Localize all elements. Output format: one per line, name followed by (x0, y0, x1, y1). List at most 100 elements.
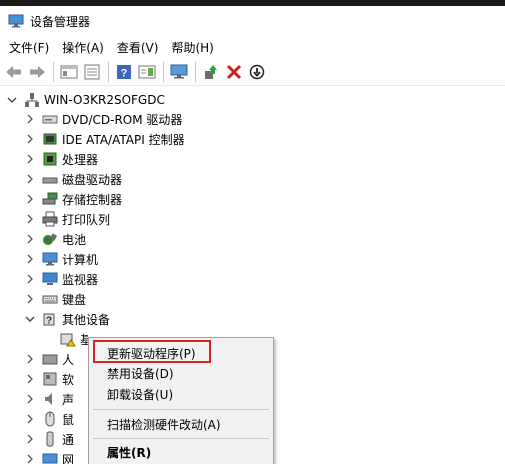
chevron-right-icon[interactable] (24, 433, 36, 445)
chevron-right-icon[interactable] (24, 153, 36, 165)
warning-device-icon (60, 331, 76, 347)
tree-node-keyboard[interactable]: 键盘 (24, 289, 86, 309)
ide-controller-icon (42, 131, 58, 147)
uninstall-icon[interactable] (223, 61, 245, 83)
tree-node-label: 人 (62, 352, 75, 367)
chevron-right-icon[interactable] (24, 133, 36, 145)
disable-icon[interactable] (246, 61, 268, 83)
chevron-right-icon[interactable] (24, 413, 36, 425)
menu-file[interactable]: 文件(F) (4, 37, 54, 58)
toolbar-separator (53, 61, 54, 82)
tree-node-label: 键盘 (62, 292, 87, 307)
tree-node-label: 存储控制器 (62, 192, 123, 207)
monitor-icon (42, 271, 58, 287)
context-menu: 更新驱动程序(P) 禁用设备(D) 卸载设备(U) 扫描检测硬件改动(A) 属性… (88, 337, 274, 464)
menu-help[interactable]: 帮助(H) (166, 37, 218, 58)
usb-icon (42, 431, 58, 447)
computer-network-icon (24, 92, 40, 108)
computer-name: WIN-O3KR2SOFGDC (44, 93, 165, 107)
disk-drive-icon (42, 171, 58, 187)
menu-disable-device[interactable]: 禁用设备(D) (91, 362, 271, 384)
menu-separator (93, 409, 269, 410)
menu-uninstall-device[interactable]: 卸载设备(U) (91, 383, 271, 405)
chevron-down-icon[interactable] (6, 94, 18, 106)
tree-node-label: 计算机 (62, 252, 99, 267)
toolbar-separator (195, 61, 196, 82)
properties-pane-icon[interactable] (58, 61, 80, 83)
forward-icon[interactable] (26, 61, 48, 83)
window-title: 设备管理器 (30, 14, 91, 29)
menu-separator (93, 438, 269, 439)
tree-node-dvd[interactable]: DVD/CD-ROM 驱动器 (24, 109, 182, 129)
toolbar: ? (0, 58, 505, 86)
battery-icon (42, 231, 58, 247)
menu-view[interactable]: 查看(V) (112, 37, 164, 58)
tree-node-label: 监视器 (62, 272, 99, 287)
menu-bar: 文件(F) 操作(A) 查看(V) 帮助(H) (0, 36, 505, 58)
chevron-right-icon[interactable] (24, 193, 36, 205)
tree-node-disk[interactable]: 磁盘驱动器 (24, 169, 122, 189)
tree-node-print-queue[interactable]: 打印队列 (24, 209, 110, 229)
details-icon[interactable] (136, 61, 158, 83)
tree-node-other-devices[interactable]: ? 其他设备 (24, 309, 110, 329)
tree-node-storage[interactable]: 存储控制器 (24, 189, 122, 209)
chevron-right-icon[interactable] (24, 213, 36, 225)
back-icon[interactable] (3, 61, 25, 83)
update-driver-icon[interactable] (200, 61, 222, 83)
toolbar-separator (163, 61, 164, 82)
menu-properties[interactable]: 属性(R) (91, 441, 271, 463)
tree-node-hid[interactable]: 人 (24, 349, 88, 369)
chevron-right-icon[interactable] (24, 113, 36, 125)
tree-node-battery[interactable]: 电池 (24, 229, 86, 249)
chevron-right-icon[interactable] (24, 373, 36, 385)
toolbar-separator (108, 61, 109, 82)
tree-node-label: 电池 (62, 232, 87, 247)
svg-text:?: ? (121, 67, 128, 79)
chevron-right-icon[interactable] (24, 253, 36, 265)
chevron-right-icon[interactable] (24, 173, 36, 185)
tree-node-usb[interactable]: 通 (24, 429, 88, 449)
tree-node-mouse[interactable]: 鼠 (24, 409, 88, 429)
tree-node-ide[interactable]: IDE ATA/ATAPI 控制器 (24, 129, 185, 149)
help-icon[interactable]: ? (113, 61, 135, 83)
tree-node-monitor[interactable]: 监视器 (24, 269, 98, 289)
software-device-icon (42, 371, 58, 387)
chevron-down-icon[interactable] (24, 313, 36, 325)
network-icon (42, 451, 58, 464)
menu-action[interactable]: 操作(A) (57, 37, 109, 58)
tree-node-label: 其他设备 (62, 312, 111, 327)
tree-node-network[interactable]: 网 (24, 449, 88, 464)
tree-node-label: IDE ATA/ATAPI 控制器 (62, 132, 185, 147)
hid-icon (42, 351, 58, 367)
svg-text:?: ? (46, 316, 52, 327)
chevron-right-icon[interactable] (24, 353, 36, 365)
storage-controller-icon (42, 191, 58, 207)
title-bar: 设备管理器 (0, 6, 505, 36)
tree-node-label: 基本系统设备 (80, 332, 88, 347)
dvd-drive-icon (42, 111, 58, 127)
mouse-icon (42, 411, 58, 427)
menu-scan-hardware[interactable]: 扫描检测硬件改动(A) (91, 413, 271, 435)
tree-node-base-system-device[interactable]: 基本系统设备 (60, 329, 88, 349)
tree-node-computer[interactable]: 计算机 (24, 249, 98, 269)
tree-node-label: DVD/CD-ROM 驱动器 (62, 112, 183, 127)
chevron-right-icon[interactable] (24, 393, 36, 405)
tree-node-label: 鼠 (62, 412, 75, 427)
chevron-right-icon[interactable] (24, 273, 36, 285)
tree-node-label: 通 (62, 432, 75, 447)
chevron-right-icon[interactable] (24, 453, 36, 464)
tree-node-label: 打印队列 (62, 212, 111, 227)
list-view-icon[interactable] (81, 61, 103, 83)
monitor-scan-icon[interactable] (168, 61, 190, 83)
tree-root[interactable]: WIN-O3KR2SOFGDC (6, 90, 165, 110)
tree-node-audio[interactable]: 声 (24, 389, 88, 409)
menu-update-driver[interactable]: 更新驱动程序(P) (91, 342, 271, 364)
audio-icon (42, 391, 58, 407)
printer-icon (42, 211, 58, 227)
device-manager-icon (8, 14, 24, 28)
tree-node-processor[interactable]: 处理器 (24, 149, 98, 169)
chevron-right-icon[interactable] (24, 233, 36, 245)
chevron-right-icon[interactable] (24, 293, 36, 305)
tree-node-label: 磁盘驱动器 (62, 172, 123, 187)
tree-node-software[interactable]: 软 (24, 369, 88, 389)
